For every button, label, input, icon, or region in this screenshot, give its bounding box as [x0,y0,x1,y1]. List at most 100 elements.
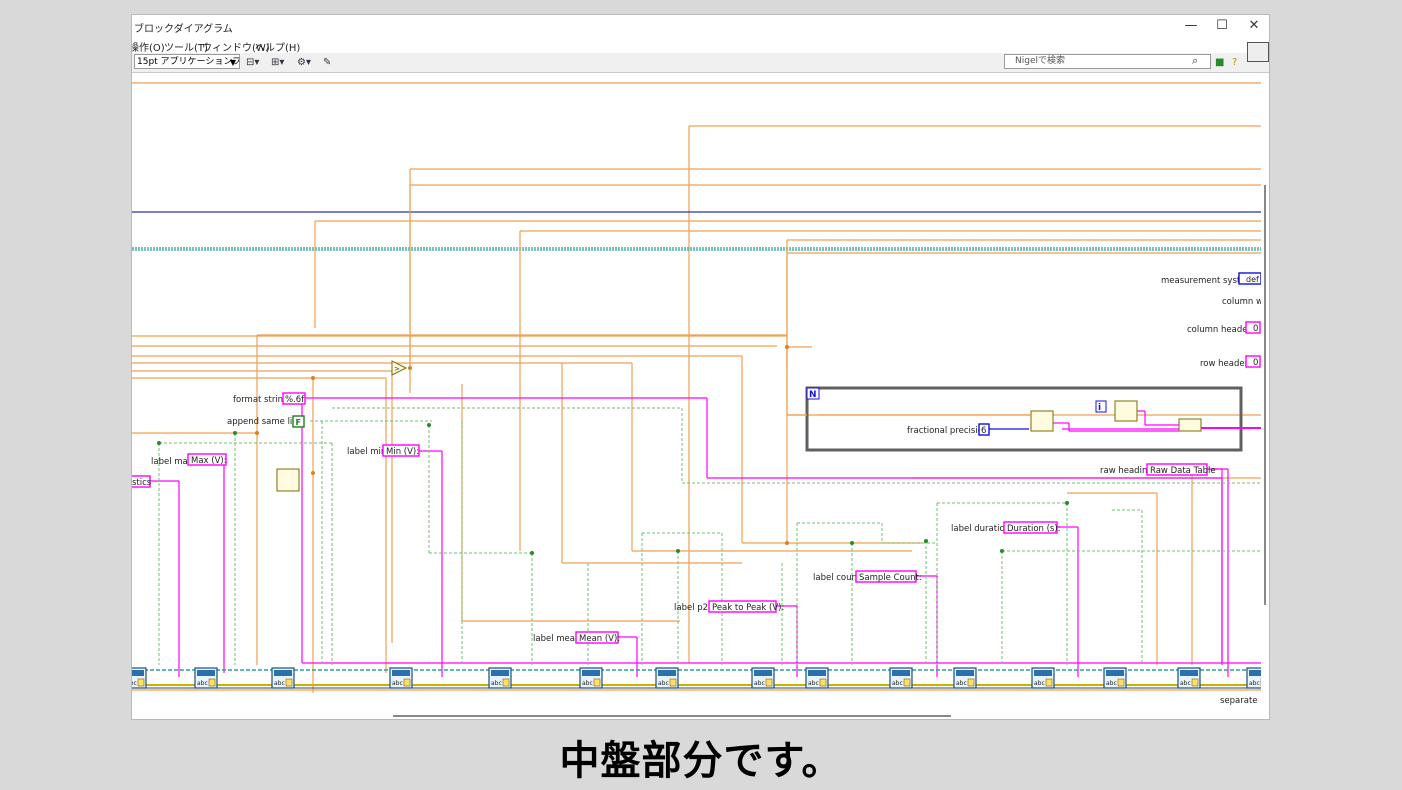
constant-row-headers-text: 0 [1253,358,1258,368]
label-min-caption: label min [347,447,386,457]
vi-icon[interactable] [1247,42,1269,62]
constant-boolean-text: F [296,418,301,427]
report-append-node[interactable]: abc [271,667,295,689]
block-diagram-window: ブロックダイアグラム — ☐ ✕ 操作(O) ツール(T) ウィンドウ(W) ヘ… [131,14,1270,720]
constant-format-text: %.6f [285,395,305,405]
report-append-node[interactable]: abc [751,667,775,689]
search-icon[interactable]: ⌕ [1192,54,1198,68]
menu-bar: 操作(O) ツール(T) ウィンドウ(W) ヘルプ(H) [132,37,1269,54]
junction-dot [255,431,259,435]
constant-p2p-text: Peak to Peak (V): [712,603,784,613]
diagram-canvas[interactable]: > N i measurement system column w column… [132,73,1261,719]
report-node-text: abc [132,680,137,687]
report-node-text: abc [491,680,502,687]
report-append-node[interactable]: abc [132,667,147,689]
junction-dot [1065,501,1069,505]
menu-help[interactable]: ヘルプ(H) [255,39,300,54]
report-node-text: abc [754,680,765,687]
for-loop-frame [805,386,1243,452]
constant-measurement-text: def [1246,275,1259,284]
junction-dot [530,551,534,555]
report-append-node[interactable]: abc [889,667,913,689]
slide-caption: 中盤部分です。 [559,738,843,784]
constant-duration-text: Duration (s): [1007,524,1061,534]
report-node-text: abc [1249,680,1260,687]
constant-mean-text: Mean (V): [579,634,620,644]
chevron-down-icon: ▼ [229,58,236,67]
report-append-node[interactable]: abc [1103,667,1127,689]
number-to-string-node [1030,410,1054,432]
junction-dot [924,539,928,543]
vertical-scrollbar[interactable] [1261,73,1269,719]
report-append-node[interactable]: abc [1246,667,1261,689]
report-node-text: abc [197,680,208,687]
maximize-button[interactable]: ☐ [1207,17,1237,35]
menu-operate[interactable]: 操作(O) [132,39,165,54]
constant-min-text: Min (V): [386,447,419,457]
label-fractional-precision: fractional precision [907,426,988,436]
report-node-text: abc [1034,680,1045,687]
constant-column-headers-text: 0 [1253,324,1258,334]
vertical-scroll-thumb[interactable] [1264,185,1266,605]
build-array-node [276,468,300,492]
constant-max-text: Max (V): [191,456,227,466]
label-count-caption: label count [813,573,861,583]
report-append-node[interactable]: abc [389,667,413,689]
title-bar: ブロックダイアグラム — ☐ ✕ [132,15,1269,37]
report-append-node[interactable]: abc [655,667,679,689]
align-objects-icon[interactable]: ⊟▾ [246,55,259,70]
label-append-same-line: append same line [227,417,303,427]
report-node-text: abc [1180,680,1191,687]
horizontal-scroll-thumb[interactable] [393,715,951,717]
minimize-button[interactable]: — [1176,17,1206,35]
constant-stics-text: stics [132,478,152,488]
report-node-text: abc [1106,680,1117,687]
toolbar: 15pt アプリケーションフォント▼ ⊟▾ ⊞▾ ⚙▾ ✎ Nigelで検索 ⌕… [132,53,1269,73]
label-duration-caption: label duration [951,524,1010,534]
search-input[interactable]: Nigelで検索 [1004,54,1211,69]
distribute-objects-icon[interactable]: ⊞▾ [271,55,284,70]
junction-dot [427,423,431,427]
help-icon[interactable]: ? [1232,55,1237,70]
array-to-spreadsheet-node [1114,400,1138,422]
constant-raw-text: Raw Data Table [1150,466,1216,476]
report-node-text: abc [274,680,285,687]
report-append-node[interactable]: abc [194,667,218,689]
loop-iteration-label: i [1098,403,1101,413]
context-help-icon[interactable]: ■ [1215,55,1224,70]
report-node-text: abc [892,680,903,687]
reorder-icon[interactable]: ⚙▾ [297,55,311,70]
report-node-text: abc [956,680,967,687]
constant-precision-text: 6 [981,426,986,436]
label-mean-caption: label mean [533,634,580,644]
greater-than-symbol: > [394,365,400,373]
junction-dot [1000,549,1004,553]
report-append-node[interactable]: abc [1177,667,1201,689]
close-button[interactable]: ✕ [1239,17,1269,35]
junction-dot [408,366,412,370]
report-node-text: abc [808,680,819,687]
report-node-text: abc [582,680,593,687]
report-append-node[interactable]: abc [1031,667,1055,689]
junction-dot [311,471,315,475]
junction-dot [157,441,161,445]
label-separate: separate pa [1220,696,1261,706]
report-node-text: abc [392,680,403,687]
window-title: ブロックダイアグラム [134,24,233,35]
string-array-node [1178,418,1202,432]
diagram-wires: > N i measurement system column w column… [132,82,1261,706]
font-select[interactable]: 15pt アプリケーションフォント▼ [134,54,240,69]
font-select-label: 15pt アプリケーションフォント [137,57,240,67]
junction-dot [676,549,680,553]
report-append-node[interactable]: abc [805,667,829,689]
report-append-node[interactable]: abc [488,667,512,689]
label-column-w: column w [1222,297,1261,307]
report-append-node[interactable]: abc [579,667,603,689]
label-p2p-caption: label p2p [674,603,713,613]
junction-dot [311,376,315,380]
label-raw-heading: raw heading [1100,466,1153,476]
report-append-node[interactable]: abc [953,667,977,689]
label-format-string: format string [233,395,288,405]
junction-dot [785,345,789,349]
cleanup-diagram-icon[interactable]: ✎ [323,55,331,70]
